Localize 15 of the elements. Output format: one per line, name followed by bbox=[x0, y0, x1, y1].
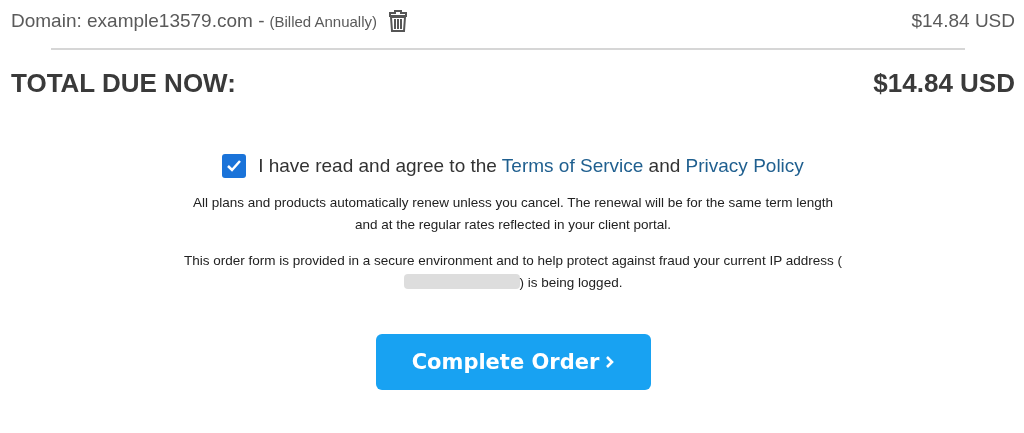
line-item-description: Domain: example13579.com - bbox=[11, 10, 265, 32]
ip-notice-text: This order form is provided in a secure environment and to help protect against fraud your current IP address ( bbox=[184, 253, 842, 268]
privacy-link[interactable]: Privacy Policy bbox=[685, 155, 804, 176]
terms-link[interactable]: Terms of Service bbox=[501, 155, 644, 176]
agreement-text: I have read and agree to the Terms of Service and Privacy Policy bbox=[258, 155, 804, 177]
ip-notice-text: ) is being logged. bbox=[519, 275, 623, 290]
total-amount: $14.84 USD bbox=[873, 68, 1015, 99]
billing-cycle: (Billed Annually) bbox=[269, 12, 378, 30]
total-label: TOTAL DUE NOW: bbox=[11, 68, 236, 99]
chevron-icon bbox=[605, 355, 615, 369]
agree-checkbox[interactable] bbox=[222, 154, 247, 178]
trash-icon[interactable] bbox=[389, 10, 408, 32]
line-item-price: $14.84 USD bbox=[911, 10, 1015, 32]
renewal-notice: All plans and products automatically renew unless you cancel. The renewal will be for the same term length and at the regular rates reflected in your client portal. bbox=[193, 195, 833, 232]
check-icon bbox=[226, 159, 243, 173]
